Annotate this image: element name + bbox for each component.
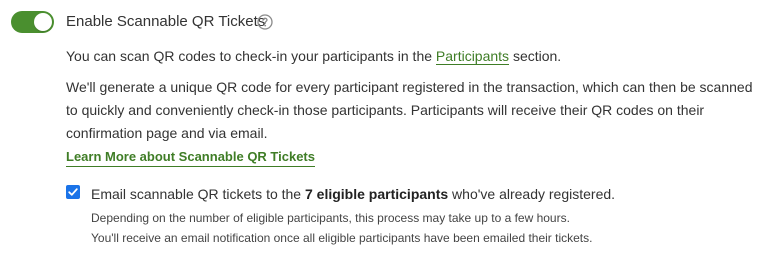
email-option-label: Email scannable QR tickets to the 7 elig… [91,184,615,204]
enable-qr-label: Enable Scannable QR Tickets [66,13,266,30]
intro-text: You can scan QR codes to check-in your p… [66,45,766,68]
email-tickets-checkbox[interactable] [66,185,80,199]
question-circle-icon[interactable] [257,14,273,30]
email-after: who've already registered. [448,186,616,202]
processing-note: Depending on the number of eligible part… [91,211,570,225]
enable-qr-toggle[interactable] [11,11,54,33]
intro-after: section. [509,48,562,64]
eligible-count: 7 eligible participants [305,186,449,202]
intro-before: You can scan QR codes to check-in your p… [66,48,436,64]
notification-note: You'll receive an email notification onc… [91,231,593,245]
participants-link[interactable]: Participants [435,48,510,65]
toggle-knob [34,13,52,31]
description-text: We'll generate a unique QR code for ever… [66,79,753,141]
learn-more-link[interactable]: Learn More about Scannable QR Tickets [66,148,315,167]
checkmark-icon [68,188,78,196]
email-before: Email scannable QR tickets to the [91,186,305,202]
